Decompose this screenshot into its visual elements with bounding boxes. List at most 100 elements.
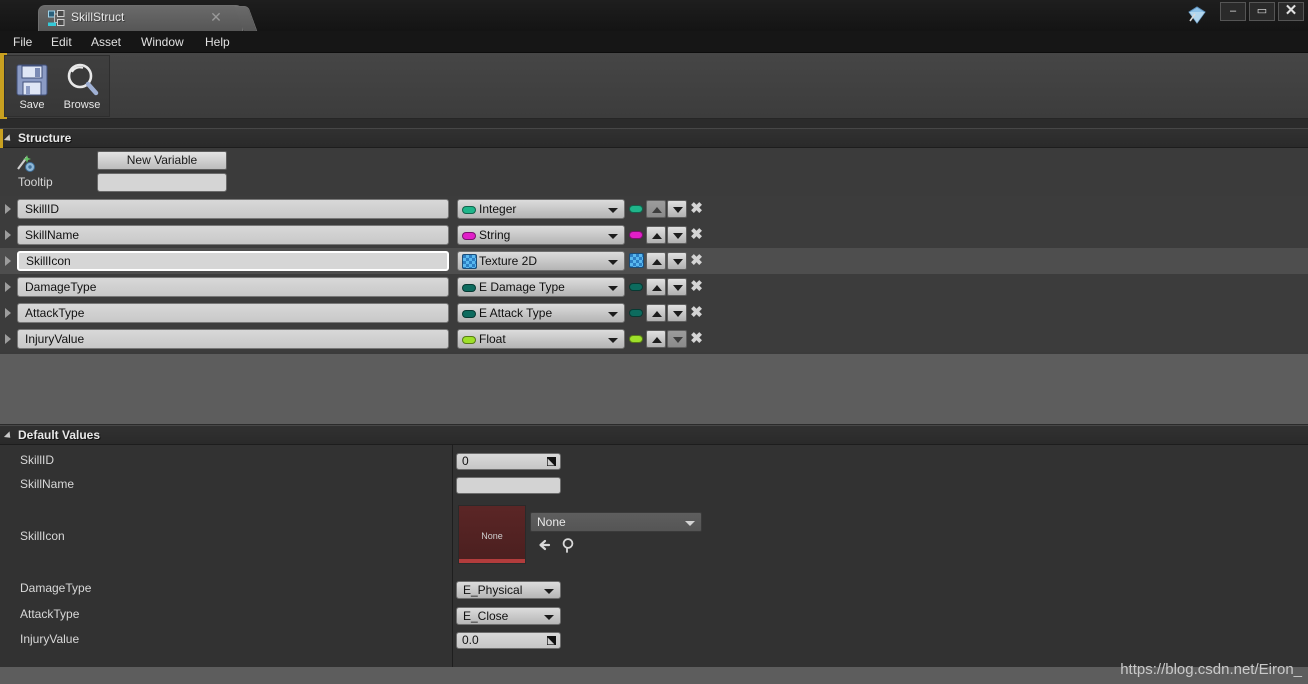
variable-name-input[interactable]: SkillIcon (17, 251, 449, 271)
variable-name-input[interactable]: AttackType (17, 303, 449, 323)
structure-panel-header[interactable]: Structure (0, 128, 1308, 148)
close-icon[interactable]: ✕ (208, 9, 224, 25)
move-variable-down-button[interactable] (667, 304, 687, 322)
default-text-input-skillname[interactable] (456, 477, 561, 494)
delete-variable-button[interactable]: ✖ (689, 227, 704, 242)
type-color-pill (462, 284, 476, 292)
delete-variable-button[interactable]: ✖ (689, 201, 704, 216)
move-variable-up-button[interactable] (646, 252, 666, 270)
variable-name-input[interactable]: SkillID (17, 199, 449, 219)
browse-asset-magnifier-icon[interactable] (560, 536, 578, 554)
row-expander-icon[interactable] (5, 204, 11, 214)
window-controls: – ▭ ✕ (1220, 2, 1304, 21)
variable-type-dropdown[interactable]: String (457, 225, 625, 245)
type-color-pill (629, 283, 643, 291)
menu-item-file[interactable]: File (4, 31, 41, 53)
variable-type-dropdown[interactable]: E Damage Type (457, 277, 625, 297)
delete-variable-button[interactable]: ✖ (689, 279, 704, 294)
default-number-input-injuryvalue[interactable]: 0.0 (456, 632, 561, 649)
type-color-pill (462, 310, 476, 318)
asset-select-dropdown[interactable]: None (530, 512, 702, 532)
gem-diamond-icon[interactable] (1186, 4, 1208, 26)
delete-variable-button[interactable]: ✖ (689, 331, 704, 346)
column-splitter[interactable] (452, 445, 453, 667)
move-variable-up-button[interactable] (646, 304, 666, 322)
delete-variable-button[interactable]: ✖ (689, 305, 704, 320)
type-color-pill (629, 309, 643, 317)
variable-row-injuryvalue[interactable]: InjuryValue Float ✖ (0, 326, 1308, 352)
type-color-pill (462, 336, 476, 344)
maximize-button[interactable]: ▭ (1249, 2, 1275, 21)
collapse-triangle-icon[interactable] (4, 134, 13, 143)
unreal-struct-editor-window: 𝒤 SkillStruct ✕ – ▭ ✕ File Edit (0, 0, 1308, 684)
variable-name-input[interactable]: InjuryValue (17, 329, 449, 349)
browse-button[interactable]: Browse (57, 59, 107, 115)
asset-thumbnail-label: None (459, 531, 525, 541)
variable-type-label: String (479, 227, 510, 244)
arrow-left-icon[interactable] (536, 536, 554, 554)
row-expander-icon[interactable] (5, 308, 11, 318)
variable-name-input[interactable]: SkillName (17, 225, 449, 245)
move-variable-down-button[interactable] (667, 252, 687, 270)
panel-accent-stripe (0, 129, 3, 149)
default-enum-dropdown-attacktype[interactable]: E_Close (456, 607, 561, 625)
variable-type-dropdown[interactable]: Float (457, 329, 625, 349)
tab-skew-edge (234, 6, 257, 32)
variable-row-damagetype[interactable]: DamageType E Damage Type ✖ (0, 274, 1308, 300)
default-number-input-skillid[interactable]: 0 (456, 453, 561, 470)
menu-item-window[interactable]: Window (132, 31, 193, 53)
menu-item-edit[interactable]: Edit (42, 31, 81, 53)
close-window-button[interactable]: ✕ (1278, 2, 1304, 21)
tooltip-input[interactable] (97, 173, 227, 192)
structure-panel-body: New Variable Tooltip SkillID Integer ✖ Skil… (0, 148, 1308, 354)
structure-toolbar-row: New Variable Tooltip (0, 148, 1308, 196)
row-expander-icon[interactable] (5, 230, 11, 240)
tab-label: SkillStruct (71, 10, 124, 24)
row-expander-icon[interactable] (5, 282, 11, 292)
type-color-pill (462, 232, 476, 240)
menu-item-asset[interactable]: Asset (82, 31, 130, 53)
arrow-up-icon (652, 285, 662, 291)
variable-type-dropdown[interactable]: Texture 2D (457, 251, 625, 271)
default-enum-dropdown-damagetype[interactable]: E_Physical (456, 581, 561, 599)
new-variable-button[interactable]: New Variable (97, 151, 227, 170)
menu-item-help[interactable]: Help (196, 31, 239, 53)
variable-row-skillicon[interactable]: SkillIcon Texture 2D ✖ (0, 248, 1308, 274)
variable-name-input[interactable]: DamageType (17, 277, 449, 297)
move-variable-down-button[interactable] (667, 226, 687, 244)
move-variable-down-button[interactable] (667, 330, 687, 348)
variable-row-skillid[interactable]: SkillID Integer ✖ (0, 196, 1308, 222)
delete-variable-button[interactable]: ✖ (689, 253, 704, 268)
variable-type-label: E Damage Type (479, 279, 565, 296)
move-variable-up-button[interactable] (646, 200, 666, 218)
save-button[interactable]: Save (7, 59, 57, 115)
variable-type-label: Integer (479, 201, 516, 218)
arrow-down-icon (673, 285, 683, 291)
save-button-label: Save (7, 99, 57, 111)
variable-row-skillname[interactable]: SkillName String ✖ (0, 222, 1308, 248)
row-expander-icon[interactable] (5, 334, 11, 344)
watermark-text: https://blog.csdn.net/Eiron_ (1120, 661, 1302, 678)
move-variable-down-button[interactable] (667, 278, 687, 296)
variable-type-label: Texture 2D (479, 253, 537, 270)
document-tab-skillstruct[interactable]: SkillStruct ✕ (38, 5, 243, 31)
collapse-triangle-icon[interactable] (4, 431, 13, 440)
variable-row-attacktype[interactable]: AttackType E Attack Type ✖ (0, 300, 1308, 326)
move-variable-up-button[interactable] (646, 278, 666, 296)
unreal-logo-icon: 𝒤 (4, 2, 34, 29)
move-variable-down-button[interactable] (667, 200, 687, 218)
default-values-panel-header[interactable]: Default Values (0, 425, 1308, 445)
row-expander-icon[interactable] (5, 256, 11, 266)
blueprint-struct-icon (48, 10, 65, 27)
chevron-down-icon (544, 589, 554, 594)
variable-type-dropdown[interactable]: E Attack Type (457, 303, 625, 323)
move-variable-up-button[interactable] (646, 330, 666, 348)
variable-type-dropdown[interactable]: Integer (457, 199, 625, 219)
move-variable-up-button[interactable] (646, 226, 666, 244)
chevron-down-icon (544, 615, 554, 620)
minimize-button[interactable]: – (1220, 2, 1246, 21)
arrow-down-icon (673, 233, 683, 239)
bottom-strip (0, 667, 1308, 684)
asset-thumbnail[interactable]: None (458, 505, 526, 564)
chevron-down-icon (608, 234, 618, 239)
